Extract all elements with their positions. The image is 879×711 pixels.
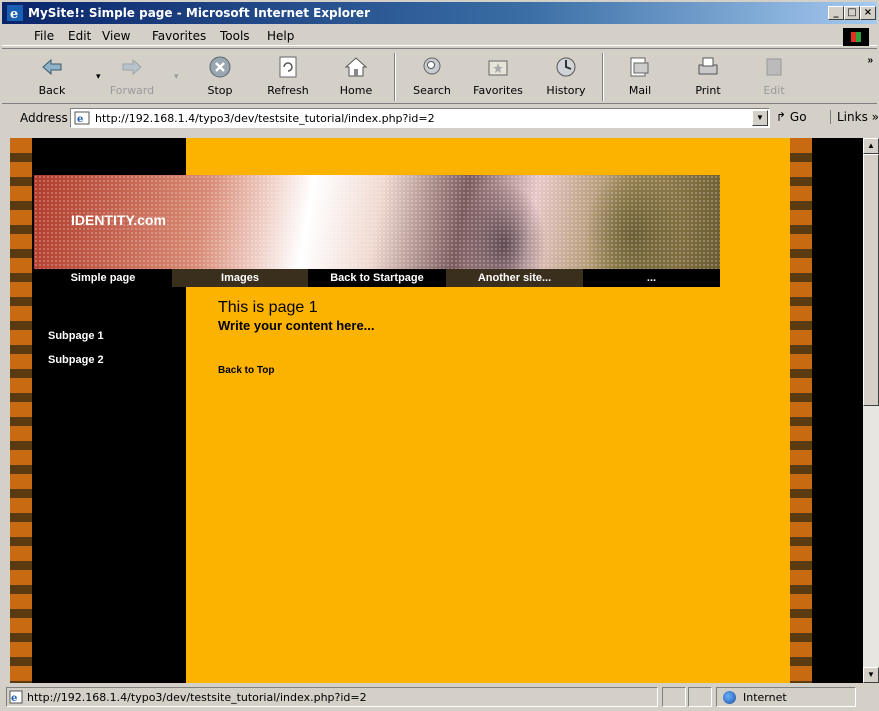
- menu-favorites[interactable]: Favorites: [152, 29, 206, 43]
- menu-file[interactable]: File: [34, 29, 54, 43]
- home-button[interactable]: Home: [328, 52, 384, 102]
- address-bar: Address e http://192.168.1.4/typo3/dev/t…: [2, 106, 879, 130]
- refresh-icon: [279, 56, 297, 78]
- mail-label: Mail: [628, 84, 652, 97]
- side-link-subpage-1[interactable]: Subpage 1: [48, 330, 104, 342]
- menu-view[interactable]: View: [102, 29, 130, 43]
- header-banner: IDENTITY.com: [34, 175, 720, 269]
- title-bar[interactable]: e MySite!: Simple page - Microsoft Inter…: [2, 2, 877, 24]
- scroll-up-icon[interactable]: ▲: [863, 138, 879, 154]
- forward-button[interactable]: Forward: [104, 52, 160, 102]
- ie-window: e MySite!: Simple page - Microsoft Inter…: [0, 0, 879, 711]
- history-icon: [556, 57, 576, 77]
- menu-help[interactable]: Help: [267, 29, 294, 43]
- scroll-thumb[interactable]: [863, 154, 879, 406]
- maximize-button[interactable]: □: [844, 6, 860, 20]
- search-button[interactable]: Search: [404, 52, 460, 102]
- close-button[interactable]: ×: [860, 6, 876, 20]
- status-text: http://192.168.1.4/typo3/dev/testsite_tu…: [27, 691, 367, 704]
- stop-button[interactable]: Stop: [192, 52, 248, 102]
- back-button[interactable]: Back: [24, 52, 80, 102]
- print-button[interactable]: Print: [680, 52, 736, 102]
- site-logo[interactable]: IDENTITY.com: [71, 212, 166, 228]
- address-label: Address: [20, 111, 68, 125]
- search-label: Search: [413, 84, 451, 97]
- links-label: Links: [837, 110, 868, 124]
- left-film-strip: [10, 138, 32, 683]
- page-subtitle: Write your content here...: [218, 318, 375, 333]
- svg-text:e: e: [10, 7, 18, 21]
- refresh-button[interactable]: Refresh: [260, 52, 316, 102]
- windows-logo-icon: [843, 28, 869, 46]
- print-icon: [698, 57, 718, 75]
- status-text-panel: e http://192.168.1.4/typo3/dev/testsite_…: [6, 687, 658, 707]
- side-link-subpage-2[interactable]: Subpage 2: [48, 354, 104, 366]
- toolbar-overflow-icon[interactable]: »: [867, 55, 873, 66]
- stop-label: Stop: [207, 84, 233, 97]
- forward-arrow-icon: [122, 58, 142, 76]
- back-label: Back: [38, 84, 66, 97]
- svg-text:e: e: [11, 693, 17, 704]
- internet-globe-icon: [723, 691, 736, 704]
- mail-icon: [630, 57, 649, 77]
- top-navigation: Simple page Images Back to Startpage Ano…: [34, 269, 720, 287]
- status-panel: [688, 687, 712, 707]
- menu-bar: File Edit View Favorites Tools Help: [2, 26, 877, 46]
- back-arrow-icon: [42, 58, 62, 76]
- print-label: Print: [695, 84, 721, 97]
- back-to-top-link[interactable]: Back to Top: [218, 365, 274, 376]
- favorites-icon: [488, 60, 508, 76]
- refresh-label: Refresh: [267, 84, 309, 97]
- address-dropdown-icon[interactable]: ▼: [752, 110, 768, 126]
- menu-edit[interactable]: Edit: [68, 29, 91, 43]
- address-url: http://192.168.1.4/typo3/dev/testsite_tu…: [95, 112, 435, 125]
- home-icon: [344, 57, 368, 77]
- ie-logo-icon: e: [7, 5, 23, 21]
- edit-icon: [766, 58, 782, 76]
- page-title: This is page 1: [218, 299, 318, 316]
- history-label: History: [546, 84, 586, 97]
- page-viewport[interactable]: IDENTITY.com Simple page Images Back to …: [10, 138, 863, 683]
- edit-button[interactable]: Edit: [746, 52, 802, 102]
- page-icon: e: [74, 111, 90, 125]
- forward-label: Forward: [109, 84, 155, 97]
- right-film-strip: [790, 138, 812, 683]
- nav-simple-page[interactable]: Simple page: [34, 269, 172, 287]
- edit-label: Edit: [763, 84, 785, 97]
- stop-icon: [209, 56, 231, 78]
- svg-text:e: e: [77, 114, 83, 125]
- security-zone: Internet: [716, 687, 856, 707]
- vertical-scrollbar[interactable]: ▲ ▼: [863, 138, 879, 683]
- address-input[interactable]: e http://192.168.1.4/typo3/dev/testsite_…: [70, 108, 770, 128]
- menu-tools[interactable]: Tools: [220, 29, 250, 43]
- status-panel: [662, 687, 686, 707]
- home-label: Home: [339, 84, 373, 97]
- links-button[interactable]: Links »: [830, 110, 879, 124]
- nav-more[interactable]: ...: [583, 269, 720, 287]
- nav-back-to-startpage[interactable]: Back to Startpage: [308, 269, 446, 287]
- history-button[interactable]: History: [538, 52, 594, 102]
- nav-images[interactable]: Images: [172, 269, 308, 287]
- go-arrow-icon: ↱: [776, 110, 787, 124]
- go-label: Go: [789, 110, 807, 124]
- toolbar-separator: [602, 53, 604, 101]
- window-title: MySite!: Simple page - Microsoft Interne…: [28, 6, 370, 20]
- search-icon: [423, 57, 441, 75]
- scroll-down-icon[interactable]: ▼: [863, 667, 879, 683]
- standard-toolbar: Back ▾ Forward ▾ Stop Refresh Home Searc…: [2, 48, 877, 104]
- favorites-label: Favorites: [473, 84, 523, 97]
- zone-label: Internet: [743, 691, 787, 704]
- links-chevron-icon: »: [871, 110, 879, 124]
- toolbar-separator: [394, 53, 396, 101]
- nav-another-site[interactable]: Another site...: [446, 269, 583, 287]
- back-dropdown-icon[interactable]: ▾: [96, 71, 101, 82]
- status-bar: e http://192.168.1.4/typo3/dev/testsite_…: [2, 685, 877, 709]
- page-icon: e: [9, 690, 23, 704]
- minimize-button[interactable]: _: [828, 6, 844, 20]
- favorites-button[interactable]: Favorites: [470, 52, 526, 102]
- forward-dropdown-icon[interactable]: ▾: [174, 71, 179, 82]
- mail-button[interactable]: Mail: [612, 52, 668, 102]
- go-button[interactable]: ↱ Go: [776, 110, 807, 124]
